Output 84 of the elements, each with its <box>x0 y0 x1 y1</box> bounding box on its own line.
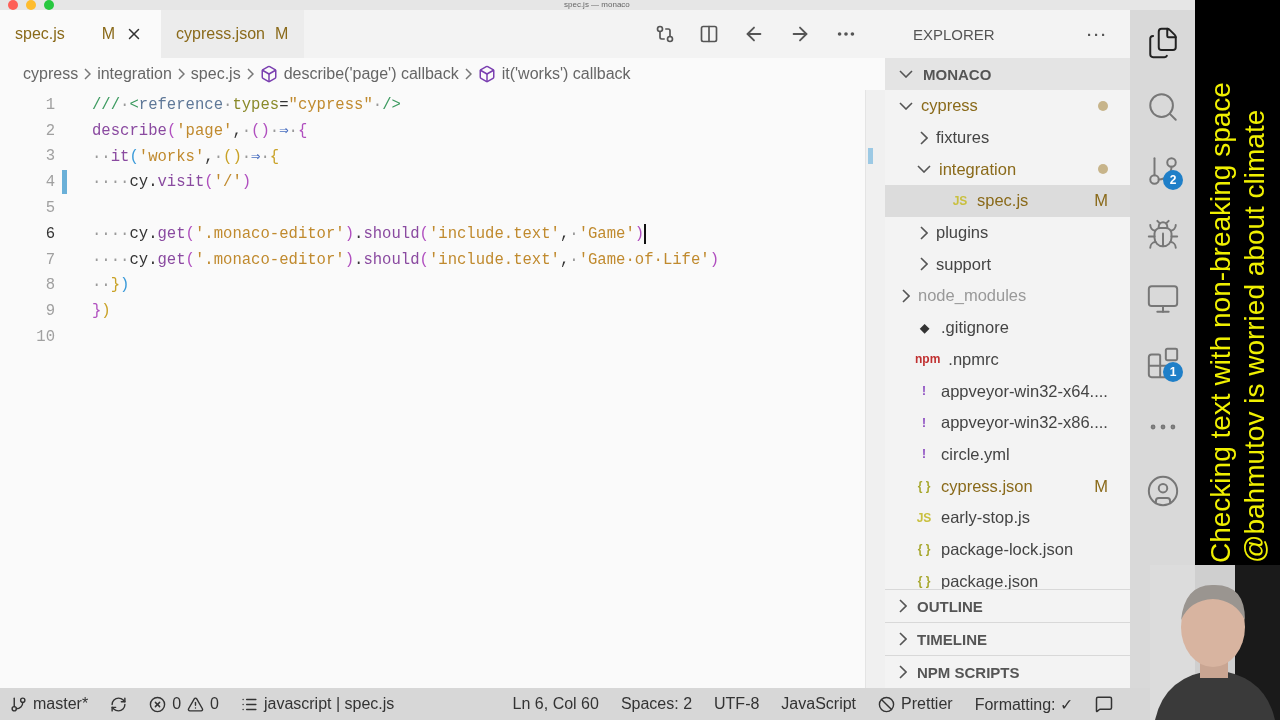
npm-file-icon: npm <box>915 352 941 367</box>
chevron-right-icon <box>84 68 92 80</box>
line-number: 6 <box>44 224 55 243</box>
breadcrumb[interactable]: cypress <box>23 65 79 83</box>
code-line: ///·<reference·types="cypress"·/> <box>92 95 401 114</box>
tree-item[interactable]: ◆ .gitignore <box>885 311 1130 344</box>
split-editor-icon[interactable] <box>699 24 719 44</box>
chevron-right-icon <box>246 68 254 80</box>
cube-icon <box>259 65 278 83</box>
chevron-right-icon <box>177 68 185 80</box>
status-item[interactable]: Ln 6, Col 60 <box>512 695 599 713</box>
js-file-icon: JS <box>951 193 969 208</box>
json-file-icon: { } <box>915 479 933 494</box>
branch-status[interactable]: master* <box>10 695 89 713</box>
warning-icon <box>187 695 205 713</box>
tree-item[interactable]: { } cypress.json M <box>885 470 1130 502</box>
language-status[interactable]: javascript | spec.js <box>240 695 395 713</box>
json-file-icon: { } <box>915 574 933 589</box>
code-line: ····cy.get('.monaco-editor').should('include.text',·'Game·of·Life') <box>92 250 720 269</box>
line-number: 5 <box>44 199 55 218</box>
breadcrumb[interactable]: describe('page') callback <box>283 65 459 83</box>
line-number: 10 <box>35 328 55 347</box>
more-button[interactable]: ··· <box>1087 25 1108 43</box>
sync-icon[interactable] <box>110 695 128 713</box>
line-number: 1 <box>44 95 55 114</box>
breadcrumb[interactable]: integration <box>97 65 172 83</box>
code-line: describe('page',·()·⇒·{ <box>92 121 308 141</box>
chevron-right-icon <box>464 68 472 80</box>
line-number: 8 <box>44 276 55 295</box>
code-line: ··it('works',·()·⇒·{ <box>92 147 280 166</box>
tree-item[interactable]: { } package-lock.json <box>885 533 1130 566</box>
tree-item[interactable]: cypress <box>885 90 1130 122</box>
tree-item[interactable]: JS spec.js M <box>885 185 1130 217</box>
js-file-icon: JS <box>915 510 933 525</box>
line-number: 2 <box>44 121 55 140</box>
yaml-file-icon: ! <box>915 384 933 399</box>
problems-status[interactable]: 0 0 <box>149 695 219 713</box>
blocks-icon[interactable] <box>1145 346 1180 380</box>
breadcrumb[interactable]: spec.js <box>190 65 241 83</box>
code-line: ····cy.visit('/') <box>92 173 252 192</box>
status-item[interactable]: Formatting: ✓ <box>974 694 1073 714</box>
line-number: 9 <box>44 302 55 321</box>
tree-item[interactable]: JS early-stop.js <box>885 501 1130 534</box>
json-file-icon: { } <box>915 542 933 557</box>
line-number: 4 <box>44 173 55 192</box>
code-line: ····cy.get('.monaco-editor').should('include.text',·'Game') <box>92 223 647 244</box>
tree-item[interactable]: npm .npmrc <box>885 343 1130 376</box>
workspace-header[interactable]: MONACO <box>885 58 1130 90</box>
editor-tab[interactable]: spec.js M <box>0 10 161 58</box>
tree-item[interactable]: support <box>885 248 1130 281</box>
tree-item[interactable]: ! appveyor-win32-x64.... <box>885 375 1130 407</box>
feedback-icon[interactable] <box>1095 695 1113 713</box>
window-title: spec.js — monaco <box>564 0 630 10</box>
breadcrumb[interactable]: it('works') callback <box>501 65 631 83</box>
yaml-file-icon: ! <box>915 447 933 462</box>
git-file-icon: ◆ <box>915 320 933 335</box>
code-line: }) <box>92 302 111 321</box>
status-item[interactable]: Spaces: 2 <box>620 695 693 713</box>
cube-icon <box>477 65 496 83</box>
caption-text: @bahmutov is worried about climate <box>1237 108 1271 563</box>
bug-icon[interactable] <box>1145 218 1180 252</box>
code-line: ··}) <box>92 276 130 295</box>
editor-tab[interactable]: cypress.json M <box>161 10 304 58</box>
line-number: 3 <box>44 147 55 166</box>
monitor-icon[interactable] <box>1145 282 1180 316</box>
sidebar-title: EXPLORER <box>913 25 995 43</box>
count-badge: 1 <box>1163 362 1183 382</box>
error-icon <box>149 695 167 713</box>
yaml-file-icon: ! <box>915 415 933 430</box>
branch-icon <box>10 695 27 713</box>
tree-item[interactable]: ! circle.yml <box>885 438 1130 471</box>
tree-item[interactable]: integration <box>885 153 1130 186</box>
status-item[interactable]: JavaScript <box>781 695 857 713</box>
count-badge: 2 <box>1163 170 1183 190</box>
line-number: 7 <box>44 250 55 269</box>
prettier-status[interactable]: Prettier <box>878 695 953 713</box>
tree-item[interactable]: fixtures <box>885 121 1130 154</box>
account-icon[interactable] <box>1145 474 1180 508</box>
tree-item[interactable]: plugins <box>885 216 1130 249</box>
ban-icon <box>878 695 896 713</box>
compare-icon[interactable] <box>655 24 675 44</box>
caption-text: Checking text with non-breaking space <box>1203 81 1237 563</box>
status-item[interactable]: UTF-8 <box>714 695 760 713</box>
tree-item[interactable]: ! appveyor-win32-x86.... <box>885 406 1130 439</box>
